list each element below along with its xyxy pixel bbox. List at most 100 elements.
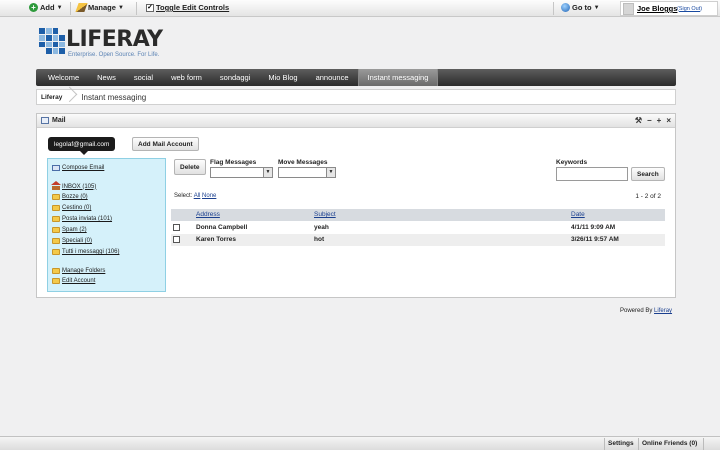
message-address: Donna Campbell [196,224,248,231]
minimize-icon[interactable]: − [647,116,652,125]
nav-item-mio-blog[interactable]: Mio Blog [259,69,306,86]
powered-by: Powered By Liferay [620,308,672,314]
online-friends-button[interactable]: Online Friends (0) [642,440,697,447]
message-checkbox[interactable] [173,224,180,231]
folder-icon [52,216,60,222]
folder-icon [52,238,60,244]
logo-text: LIFERAY [66,27,163,52]
dropdown-arrow-icon: ▼ [326,168,335,177]
folder-icon [52,268,60,274]
nav-item-news[interactable]: News [88,69,125,86]
move-messages-select[interactable]: ▼ [278,167,336,178]
portlet-title-bar: Mail ⚒ − + × [37,114,675,128]
nav-item-welcome[interactable]: Welcome [39,69,88,86]
account-tab[interactable]: legolaf@gmail.com [48,137,116,155]
folder-icon [52,205,60,211]
user-name-link[interactable]: Joe Bloggs [637,4,677,13]
status-bar: Settings Online Friends (0) [0,436,720,450]
folder-posta-inviata[interactable]: Posta inviata (101) [52,216,112,222]
edit-account-link[interactable]: Edit Account [52,278,95,284]
powered-by-label: Powered By [620,308,653,314]
add-icon: + [29,3,38,12]
message-table-header: Address Subject Date [171,209,665,221]
manage-folders-label: Manage Folders [62,268,106,274]
sign-out-link[interactable]: (Sign Out) [677,6,702,12]
breadcrumb-current: Instant messaging [81,92,147,102]
folder-speciali[interactable]: Speciali (0) [52,238,92,244]
portlet-title: Mail [52,117,66,124]
site-logo[interactable]: LIFERAY Enterprise. Open Source. For Lif… [39,27,169,64]
select-label: Select: [174,193,193,199]
toggle-label: Toggle Edit Controls [156,3,230,12]
folder-icon [52,278,60,284]
compose-email-link[interactable]: Compose Email [52,165,104,171]
select-none-link[interactable]: None [202,193,216,199]
add-label: Add [40,3,55,12]
toggle-edit-controls[interactable]: ✓ Toggle Edit Controls [146,3,229,12]
add-menu[interactable]: + Add ▼ [29,3,63,12]
main-navigation: Welcome News social web form sondaggi Mi… [36,69,676,86]
folder-spam[interactable]: Spam (2) [52,227,87,233]
message-subject: yeah [314,224,329,231]
checkbox-checked-icon: ✓ [146,3,154,12]
nav-item-sondaggi[interactable]: sondaggi [211,69,259,86]
nav-item-social[interactable]: social [125,69,162,86]
table-row[interactable]: Karen Torres hot 3/26/11 9:57 AM [171,234,665,246]
user-menu: Joe Bloggs (Sign Out) [620,1,718,16]
folder-bozze[interactable]: Bozze (0) [52,194,88,200]
folder-label: Posta inviata (101) [62,216,113,222]
nav-item-instant-messaging[interactable]: Instant messaging [357,69,439,86]
table-row[interactable]: Donna Campbell yeah 4/1/11 9:09 AM [171,222,665,234]
folder-label: Cestino (0) [62,205,92,211]
search-button[interactable]: Search [631,167,665,181]
folder-label: INBOX (105) [62,183,97,190]
column-subject-sort[interactable]: Subject [314,211,336,218]
flag-messages-select[interactable]: ▼ [210,167,273,178]
avatar[interactable] [623,3,634,15]
dock-divider [553,2,554,15]
dock-divider [70,2,71,15]
close-icon[interactable]: × [666,116,671,125]
folder-inbox[interactable]: INBOX (105) [51,181,97,190]
column-address-sort[interactable]: Address [196,211,220,218]
caret-down-icon: ▼ [117,4,124,11]
settings-button[interactable]: Settings [608,440,634,447]
flag-messages-label: Flag Messages [210,159,257,166]
manage-menu[interactable]: Manage ▼ [75,3,124,12]
home-icon [51,181,61,190]
liferay-logo-icon [39,28,65,54]
folder-icon [52,194,60,200]
folder-sidebar: Compose Email INBOX (105) Bozze (0) Cest… [47,158,166,292]
compose-icon [52,165,60,171]
message-checkbox[interactable] [173,236,180,243]
nav-item-announce[interactable]: announce [307,69,358,86]
globe-icon [561,3,570,12]
select-all-link[interactable]: All [194,193,201,199]
maximize-icon[interactable]: + [657,116,662,125]
nav-item-web-form[interactable]: web form [162,69,211,86]
goto-menu[interactable]: Go to ▼ [561,3,600,12]
sign-out-label: Sign Out [678,6,701,12]
folder-label: Speciali (0) [62,238,93,244]
manage-folders-link[interactable]: Manage Folders [52,268,105,274]
caret-down-icon: ▼ [56,4,63,11]
status-divider [703,438,704,450]
pencil-icon [75,3,88,12]
message-subject: hot [314,236,325,243]
column-date-sort[interactable]: Date [571,211,585,218]
dock-divider [136,2,137,15]
mail-icon [41,117,49,124]
wrench-icon[interactable]: ⚒ [635,116,642,125]
keywords-input[interactable] [556,167,628,181]
folder-icon [52,227,60,233]
folder-cestino[interactable]: Cestino (0) [52,205,91,211]
dockbar: + Add ▼ Manage ▼ ✓ Toggle Edit Controls … [0,0,720,17]
caret-down-icon: ▼ [593,4,600,11]
add-mail-account-button[interactable]: Add Mail Account [132,137,199,151]
folder-icon [52,249,60,255]
liferay-link[interactable]: Liferay [654,308,672,314]
delete-button[interactable]: Delete [174,159,206,175]
message-date: 4/1/11 9:09 AM [571,224,616,231]
folder-tutti-i-messaggi[interactable]: Tutti i messaggi (106) [52,249,119,255]
status-divider [604,438,605,450]
